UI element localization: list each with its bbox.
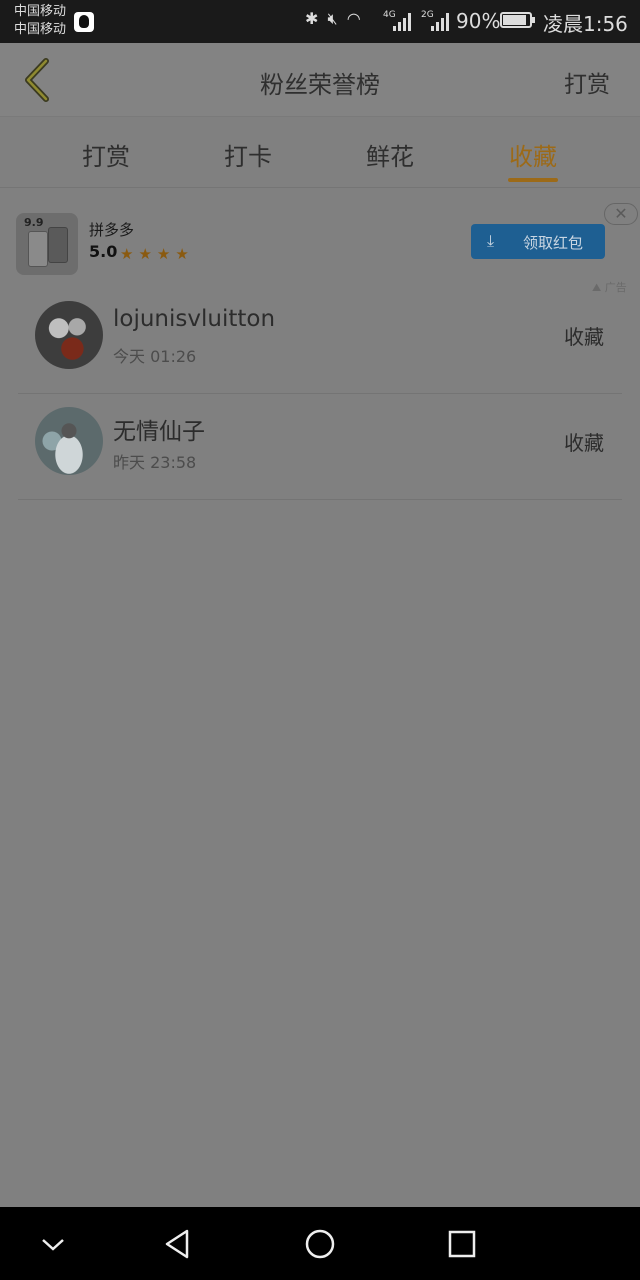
battery-percent: 90% — [456, 9, 501, 33]
active-tab-indicator — [508, 178, 558, 182]
signal-icon — [393, 11, 415, 31]
mute-icon: 🔇︎ — [327, 9, 340, 28]
ad-app-icon: 9.9 — [16, 213, 78, 275]
carrier-info: 中国移动 中国移动 — [14, 3, 66, 39]
download-icon: ⤓ — [487, 231, 495, 250]
qq-notification-icon — [74, 12, 94, 32]
user-name: 无情仙子 — [113, 419, 205, 445]
battery-fill — [503, 15, 527, 25]
tab-checkin[interactable]: 打卡 — [198, 137, 298, 172]
status-icons: ✱ 🔇︎ ◠ — [305, 9, 363, 29]
system-nav-bar — [0, 1207, 640, 1280]
user-name: lojunisvluitton — [113, 306, 276, 332]
phone-image — [48, 227, 68, 263]
avatar — [35, 301, 103, 369]
user-action-label: 收藏 — [564, 325, 604, 349]
back-triangle-icon[interactable] — [160, 1226, 196, 1262]
battery-icon — [500, 12, 535, 28]
page-title: 粉丝荣誉榜 — [260, 71, 380, 99]
tab-flowers[interactable]: 鲜花 — [340, 137, 440, 172]
close-icon[interactable]: ✕ — [604, 203, 638, 225]
home-circle-icon[interactable] — [302, 1226, 338, 1262]
list-item[interactable]: lojunisvluitton 今天 01:26 收藏 — [18, 288, 622, 394]
tab-favorites[interactable]: 收藏 — [483, 137, 583, 172]
tab-tip[interactable]: 打赏 — [56, 137, 156, 172]
wifi-icon: ◠ — [346, 9, 363, 28]
star-rating-icon: ★★★★ — [120, 245, 194, 263]
claim-red-packet-button[interactable]: ⤓ 领取红包 — [471, 224, 605, 259]
page-header: 粉丝荣誉榜 打赏 — [0, 43, 640, 117]
status-bar: 中国移动 中国移动 ✱ 🔇︎ ◠ 4G 2G 90% 凌晨1:56 — [0, 0, 640, 43]
clock: 凌晨1:56 — [543, 12, 628, 36]
header-tip-button[interactable]: 打赏 — [564, 65, 610, 99]
signal-icon-2 — [431, 11, 453, 31]
recents-square-icon[interactable] — [444, 1226, 480, 1262]
list-item[interactable]: 无情仙子 昨天 23:58 收藏 — [18, 394, 622, 500]
ad-rating: 5.0 — [89, 242, 118, 261]
phone-image — [28, 231, 48, 267]
carrier-2-label: 中国移动 — [14, 22, 67, 37]
user-time: 今天 01:26 — [113, 347, 197, 366]
avatar — [35, 407, 103, 475]
ad-app-name: 拼多多 — [89, 221, 135, 239]
user-action-label: 收藏 — [564, 431, 604, 455]
carrier-1-label: 中国移动 — [14, 4, 67, 19]
ad-banner[interactable]: 9.9 拼多多 5.0 ★★★★ ⤓ 领取红包 ✕ ⛰ 广告 — [0, 203, 640, 294]
ad-icon-tag: 9.9 — [24, 216, 44, 229]
user-time: 昨天 23:58 — [113, 453, 197, 472]
bluetooth-icon: ✱ — [305, 9, 321, 28]
claim-button-label: 领取红包 — [523, 234, 584, 252]
collapse-chevron-icon[interactable] — [35, 1226, 71, 1262]
tab-bar: 打赏 打卡 鲜花 收藏 — [0, 117, 640, 188]
